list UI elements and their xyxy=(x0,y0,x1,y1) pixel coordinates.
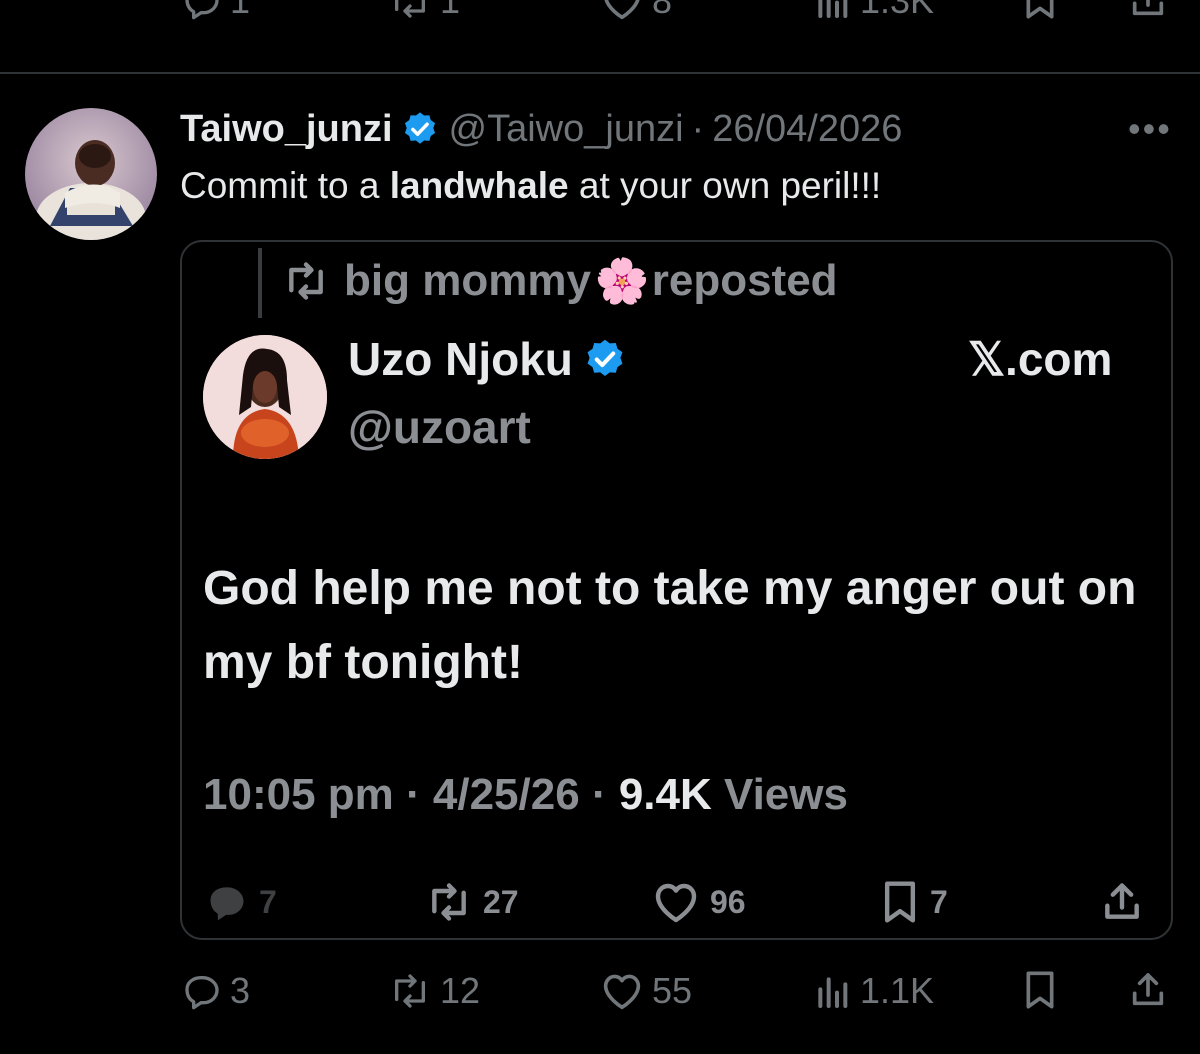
share-button[interactable] xyxy=(1128,970,1168,1010)
repost-button[interactable]: 1 xyxy=(388,0,460,22)
tweet-text-before: Commit to a xyxy=(180,165,390,206)
reply-icon xyxy=(185,0,219,20)
embedded-bookmark: 7 xyxy=(880,880,948,924)
tweet-header: Taiwo_junzi @Taiwo_junzi · 26/04/2026 xyxy=(180,104,902,154)
embedded-share xyxy=(1100,880,1144,924)
tweet-text: Commit to a landwhale at your own peril!… xyxy=(180,165,881,207)
previous-tweet-action-bar: 1 1 8 1.3K xyxy=(0,0,1200,30)
share-icon xyxy=(1132,0,1164,16)
bookmark-icon xyxy=(884,881,916,923)
repost-count: 12 xyxy=(440,970,481,1011)
embedded-date: 4/25/26 xyxy=(432,770,580,819)
embedded-views-label: Views xyxy=(724,770,848,819)
embedded-bookmark-count: 7 xyxy=(930,883,948,920)
embedded-author-display-name: Uzo Njoku xyxy=(348,333,573,385)
woman-photo-icon xyxy=(203,335,327,459)
meta-separator: · xyxy=(591,770,607,819)
share-icon xyxy=(1132,973,1164,1006)
verified-badge-icon xyxy=(404,112,435,144)
tweet-text-bold: landwhale xyxy=(389,165,569,206)
repost-user: big mommy xyxy=(344,256,591,305)
embedded-tweet-text: God help me not to take my anger out on … xyxy=(203,562,1137,689)
baby-photo-icon xyxy=(25,108,157,240)
embedded-reply: 7 xyxy=(205,880,277,924)
header-separator: · xyxy=(691,107,705,150)
meta-separator: · xyxy=(406,770,421,819)
views-button[interactable]: 1.1K xyxy=(812,970,934,1012)
repost-icon xyxy=(394,974,425,1008)
repost-count: 1 xyxy=(440,0,461,21)
reply-count: 3 xyxy=(230,970,251,1011)
embedded-author-handle: @uzoart xyxy=(348,401,531,453)
embedded-author-name-row: Uzo Njoku xyxy=(348,332,627,386)
bookmark-button[interactable] xyxy=(1022,970,1058,1010)
bookmark-icon xyxy=(1026,971,1054,1009)
reply-button[interactable]: 1 xyxy=(182,0,250,22)
analytics-icon xyxy=(818,977,848,1008)
reply-icon xyxy=(210,887,244,921)
heart-icon xyxy=(603,974,641,1010)
reply-count: 1 xyxy=(230,0,251,21)
views-count: 1.3K xyxy=(860,0,935,21)
source-watermark: 𝕏.com xyxy=(968,333,1113,385)
repost-context: big mommy 🌸 reposted xyxy=(280,255,838,307)
more-options-button[interactable]: ••• xyxy=(1128,108,1172,150)
embedded-views-count: 9.4K xyxy=(618,770,712,819)
heart-icon xyxy=(655,883,697,923)
embedded-tweet-meta: 10:05 pm · 4/25/26 · 9.4K Views xyxy=(203,770,848,820)
like-button[interactable]: 55 xyxy=(600,970,692,1012)
tweet-divider xyxy=(0,72,1200,74)
author-display-name[interactable]: Taiwo_junzi xyxy=(180,108,393,151)
embedded-repost-count: 27 xyxy=(483,883,519,920)
repost-button[interactable]: 12 xyxy=(388,970,480,1012)
embedded-like: 96 xyxy=(652,880,746,924)
embedded-repost: 27 xyxy=(425,880,519,924)
thread-line xyxy=(258,248,262,318)
tweet-action-bar: 3 12 55 1.1K xyxy=(0,962,1200,1022)
bookmark-icon xyxy=(1026,0,1054,19)
tweet-date[interactable]: 26/04/2026 xyxy=(712,108,902,151)
tweet-thread: 1 1 8 1.3K Taiwo_junzi @Taiwo_junzi · 26… xyxy=(0,0,1200,1054)
repost-icon xyxy=(432,883,466,921)
flower-emoji: 🌸 xyxy=(594,257,650,306)
repost-label: reposted xyxy=(651,256,838,305)
like-button[interactable]: 8 xyxy=(600,0,672,22)
repost-icon xyxy=(395,0,425,18)
embedded-time: 10:05 pm xyxy=(203,770,394,819)
bookmark-button[interactable] xyxy=(1022,0,1058,20)
analytics-icon xyxy=(818,0,848,18)
author-handle[interactable]: @Taiwo_junzi xyxy=(449,108,684,151)
share-button[interactable] xyxy=(1128,0,1168,20)
share-icon xyxy=(1105,883,1139,919)
embedded-reply-count: 7 xyxy=(259,883,277,920)
repost-icon xyxy=(289,262,323,300)
reply-icon xyxy=(185,976,219,1010)
views-count: 1.1K xyxy=(860,970,935,1011)
views-button[interactable]: 1.3K xyxy=(812,0,934,22)
like-count: 55 xyxy=(652,970,693,1011)
tweet-text-after: at your own peril!!! xyxy=(568,165,882,206)
heart-icon xyxy=(604,0,640,20)
embedded-like-count: 96 xyxy=(710,883,746,920)
reply-button[interactable]: 3 xyxy=(182,970,250,1012)
verified-badge-icon xyxy=(587,339,623,377)
like-count: 8 xyxy=(652,0,673,21)
author-avatar[interactable] xyxy=(25,108,157,240)
embedded-author-avatar xyxy=(203,335,327,459)
